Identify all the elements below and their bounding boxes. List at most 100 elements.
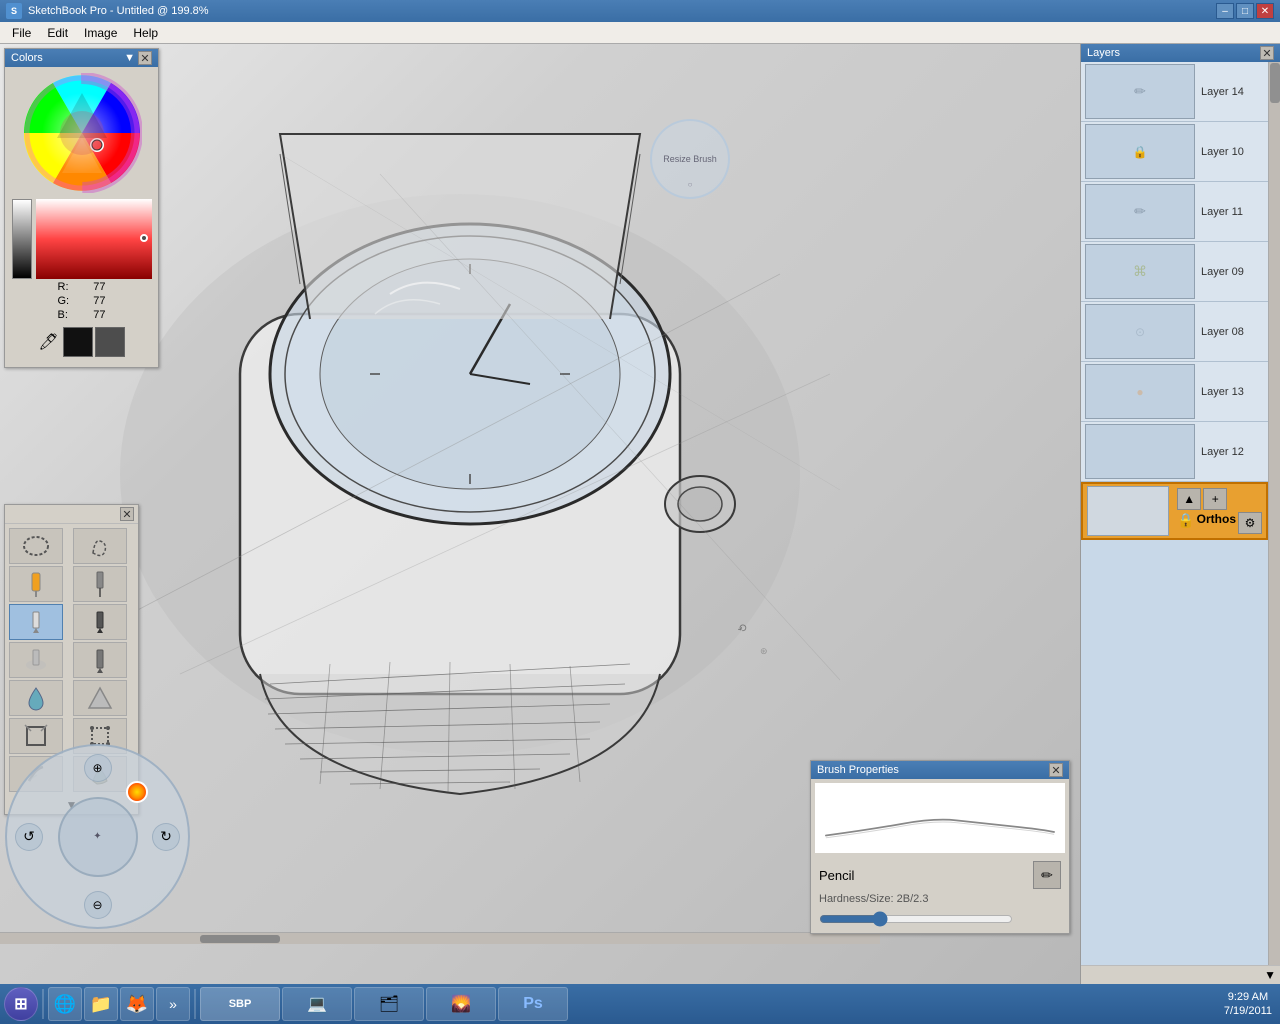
navigation-ring[interactable]: ⊕ ↺ ↻ ⊖ ✦ [5, 744, 190, 929]
layers-panel-title: Layers ✕ [1081, 44, 1280, 62]
app-icon: S [6, 3, 22, 19]
taskbar-image-app[interactable]: 🌄 [426, 987, 496, 1021]
layer-lock-icon[interactable]: 🔒 [1177, 512, 1194, 534]
nav-ring-inner[interactable]: ✦ [58, 797, 138, 877]
layer-thumb-09: ⌘ [1085, 244, 1195, 299]
grayscale-gradient[interactable] [12, 199, 32, 279]
layer-name-09: Layer 09 [1201, 266, 1244, 278]
svg-text:⊛: ⊛ [760, 646, 768, 656]
brush-stroke-preview [815, 783, 1065, 853]
layers-panel: Layers ✕ ✏ Layer 14 🔒 Layer 10 [1080, 44, 1280, 984]
nav-rotate-left[interactable]: ↺ [15, 823, 43, 851]
clock-date: 7/19/2011 [1224, 1004, 1272, 1018]
layer-name-14: Layer 14 [1201, 86, 1244, 98]
layer-move-up-btn[interactable]: ▲ [1177, 488, 1201, 510]
taskbar-photoshop-app[interactable]: Ps [498, 987, 568, 1021]
maximize-button[interactable]: □ [1236, 3, 1254, 19]
hard-brush-tool[interactable] [73, 642, 127, 678]
nav-zoom-in[interactable]: ⊕ [84, 754, 112, 782]
brush-slider-row [819, 909, 1061, 929]
canvas-scrollbar[interactable] [0, 932, 880, 944]
active-layer-orthos[interactable]: ▲ + 🔒 Orthos ⚙ [1081, 482, 1268, 540]
color-wheel[interactable] [22, 73, 142, 193]
color-gradient[interactable] [36, 199, 152, 279]
colors-collapse-btn[interactable]: ▼ [124, 52, 135, 64]
eyedropper-icon[interactable]: 🖊 [38, 332, 58, 352]
background-color-swatch[interactable] [95, 327, 125, 357]
lasso-tool[interactable] [73, 528, 127, 564]
marker-tool[interactable] [9, 566, 63, 602]
colors-panel: Colors ▼ ✕ [4, 48, 159, 368]
brush-hardness-label: Hardness/Size: 2B/2.3 [819, 893, 1061, 905]
foreground-color-swatch[interactable] [63, 327, 93, 357]
system-clock: 9:29 AM 7/19/2011 [1224, 990, 1276, 1019]
charcoal-tool[interactable] [73, 604, 127, 640]
brush-name-row: Pencil ✏ [819, 861, 1061, 889]
layers-close-btn[interactable]: ✕ [1260, 46, 1274, 60]
main-area: ⟲ ⊛ Resize Brush ○ Colors ▼ ✕ [0, 44, 1280, 984]
detail-marker-tool[interactable] [73, 566, 127, 602]
brush-properties-title: Brush Properties ✕ [811, 761, 1069, 779]
ellipse-select-tool[interactable] [9, 528, 63, 564]
title-bar-title: S SketchBook Pro - Untitled @ 199.8% [6, 3, 209, 19]
color-values: R: 77 G: 77 B: 77 [52, 279, 112, 323]
taskbar-arrow-icon[interactable]: » [156, 987, 190, 1021]
brush-panel-close[interactable]: ✕ [120, 507, 134, 521]
menu-edit[interactable]: Edit [39, 24, 76, 42]
brush-size-slider[interactable] [819, 911, 1013, 927]
blending-tool[interactable] [73, 680, 127, 716]
menu-file[interactable]: File [4, 24, 39, 42]
taskbar-ie-icon[interactable]: 🌐 [48, 987, 82, 1021]
menu-image[interactable]: Image [76, 24, 125, 42]
menubar: File Edit Image Help [0, 22, 1280, 44]
taskbar: ⊞ 🌐 📁 🦊 » SBP 💻 🗂 🌄 Ps 9:29 AM 7/19/2011 [0, 984, 1280, 1024]
layer-item-11[interactable]: ✏ Layer 11 [1081, 182, 1268, 242]
layer-item-10[interactable]: 🔒 Layer 10 [1081, 122, 1268, 182]
nav-rotate-right[interactable]: ↻ [152, 823, 180, 851]
taskbar-firefox-icon[interactable]: 🦊 [120, 987, 154, 1021]
color-indicator-dot[interactable] [126, 781, 148, 803]
layers-scrollbar-thumb[interactable] [1270, 63, 1280, 103]
taskbar-sketchbook-app[interactable]: SBP [200, 987, 280, 1021]
layer-item-08[interactable]: ⊙ Layer 08 [1081, 302, 1268, 362]
layer-name-12: Layer 12 [1201, 446, 1244, 458]
taskbar-separator-2 [194, 989, 196, 1019]
layer-name-08: Layer 08 [1201, 326, 1244, 338]
layer-add-btn[interactable]: + [1203, 488, 1227, 510]
close-button[interactable]: ✕ [1256, 3, 1274, 19]
menu-help[interactable]: Help [125, 24, 166, 42]
brush-properties-panel: Brush Properties ✕ Pencil ✏ Hardness/Siz… [810, 760, 1070, 934]
titlebar-controls[interactable]: – □ ✕ [1216, 3, 1274, 19]
layer-item-12[interactable]: Layer 12 [1081, 422, 1268, 482]
resize-brush-ring[interactable]: Resize Brush ○ [650, 119, 730, 199]
layer-thumb-10: 🔒 [1085, 124, 1195, 179]
nav-zoom-out[interactable]: ⊖ [84, 891, 112, 919]
nav-ring-outer[interactable]: ⊕ ↺ ↻ ⊖ ✦ [5, 744, 190, 929]
brush-icon-button[interactable]: ✏ [1033, 861, 1061, 889]
soft-brush-tool[interactable] [9, 642, 63, 678]
layer-item-14[interactable]: ✏ Layer 14 [1081, 62, 1268, 122]
minimize-button[interactable]: – [1216, 3, 1234, 19]
clock-time: 9:29 AM [1224, 990, 1272, 1004]
layers-scrollbar[interactable] [1268, 62, 1280, 965]
start-button[interactable]: ⊞ [4, 987, 38, 1021]
canvas-scrollbar-thumb[interactable] [200, 935, 280, 943]
layer-thumb-14: ✏ [1085, 64, 1195, 119]
brush-props-close-btn[interactable]: ✕ [1049, 763, 1063, 777]
layer-item-13[interactable]: ● Layer 13 [1081, 362, 1268, 422]
layer-settings-btn[interactable]: ⚙ [1238, 512, 1262, 534]
layers-with-scroll: ✏ Layer 14 🔒 Layer 10 ✏ Layer 11 [1081, 62, 1280, 965]
layer-name-13: Layer 13 [1201, 386, 1244, 398]
taskbar-explorer-app[interactable]: 💻 [282, 987, 352, 1021]
pencil-tool[interactable] [9, 604, 63, 640]
taskbar-folder-icon[interactable]: 📁 [84, 987, 118, 1021]
taskbar-separator-1 [42, 989, 44, 1019]
window-title: SketchBook Pro - Untitled @ 199.8% [28, 5, 209, 17]
layer-thumb-13: ● [1085, 364, 1195, 419]
water-tool[interactable] [9, 680, 63, 716]
colors-close-btn[interactable]: ✕ [138, 51, 152, 65]
layer-item-09[interactable]: ⌘ Layer 09 [1081, 242, 1268, 302]
layers-list: ✏ Layer 14 🔒 Layer 10 ✏ Layer 11 [1081, 62, 1268, 965]
layers-scroll-down-icon[interactable]: ▼ [1264, 968, 1276, 982]
taskbar-folder-app[interactable]: 🗂 [354, 987, 424, 1021]
